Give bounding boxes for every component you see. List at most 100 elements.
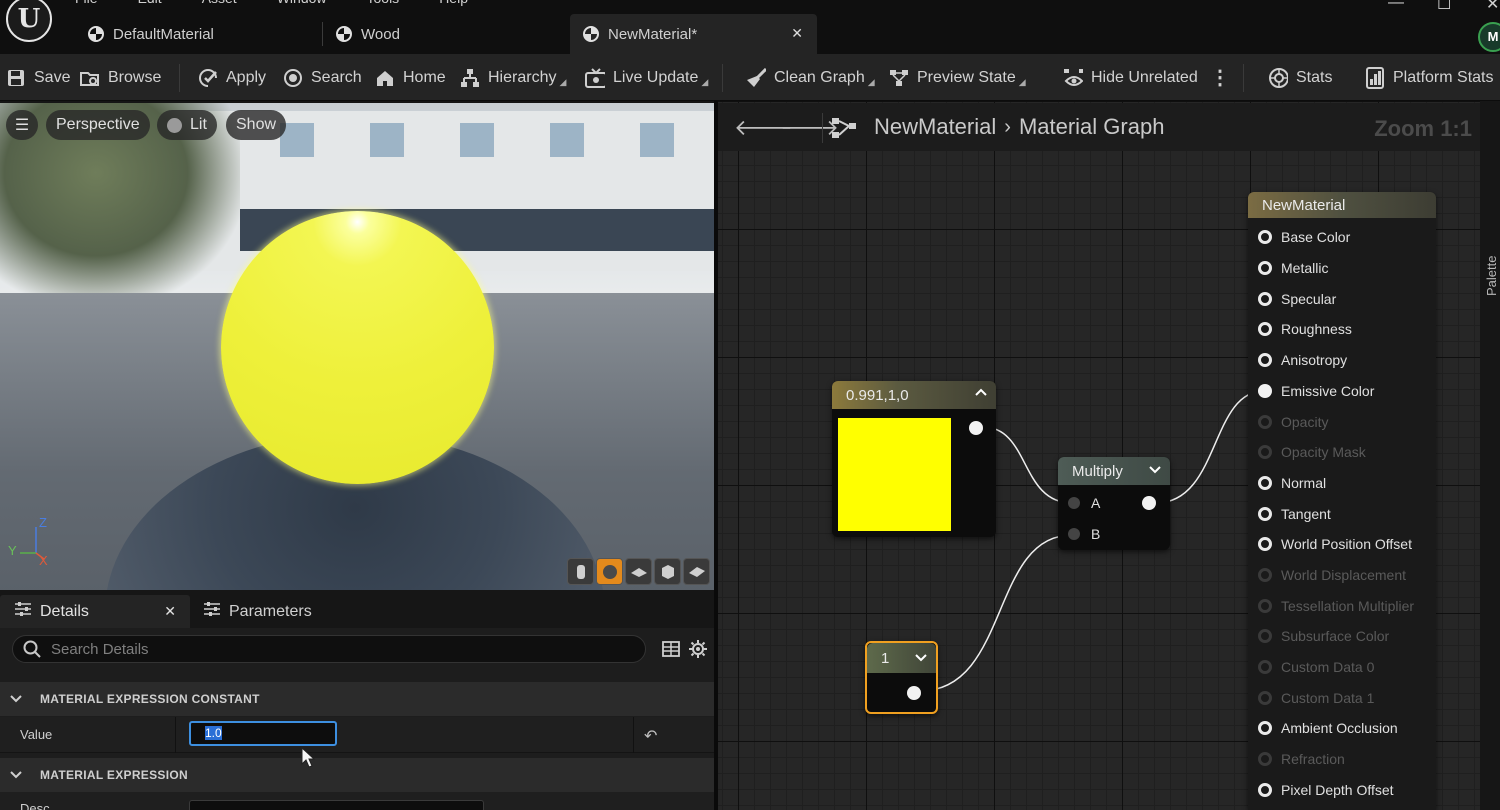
menu-tools[interactable]: Tools xyxy=(367,0,400,8)
input-specular[interactable]: Specular xyxy=(1258,289,1336,309)
custom-mesh-preview-button[interactable] xyxy=(683,558,710,585)
cylinder-preview-button[interactable] xyxy=(567,558,594,585)
search-button[interactable]: Search xyxy=(283,54,362,101)
breadcrumb-graph[interactable]: Material Graph xyxy=(1019,114,1165,140)
sphere-preview-button[interactable] xyxy=(596,558,623,585)
viewport-menu-button[interactable]: ☰ xyxy=(6,110,38,140)
chevron-down-icon[interactable] xyxy=(914,651,928,669)
input-pin[interactable] xyxy=(1258,721,1272,735)
input-pin-connected[interactable] xyxy=(1258,384,1272,398)
input-pixel-depth-offset[interactable]: Pixel Depth Offset xyxy=(1258,780,1394,800)
close-tab-icon[interactable]: ✕ xyxy=(164,603,176,620)
output-pin[interactable] xyxy=(907,686,921,700)
menu-asset[interactable]: Asset xyxy=(202,0,237,8)
palette-side-tab[interactable]: Palette xyxy=(1480,101,1500,810)
input-custom-data-0[interactable]: Custom Data 0 xyxy=(1258,657,1374,677)
output-pin[interactable] xyxy=(969,421,983,435)
unreal-logo-icon[interactable]: U xyxy=(6,0,52,42)
input-pin[interactable] xyxy=(1258,783,1272,797)
output-pin[interactable] xyxy=(1142,496,1156,510)
plane-preview-button[interactable] xyxy=(625,558,652,585)
input-pin[interactable] xyxy=(1258,752,1272,766)
close-tab-icon[interactable]: ✕ xyxy=(791,25,803,42)
constant-node[interactable]: 1 xyxy=(865,641,938,714)
tab-parameters[interactable]: Parameters xyxy=(203,595,312,628)
menu-help[interactable]: Help xyxy=(439,0,468,8)
preview-viewport[interactable]: ☰ Perspective Lit Show Z Y X xyxy=(0,103,714,590)
input-world-position-offset[interactable]: World Position Offset xyxy=(1258,534,1412,554)
apply-button[interactable]: Apply xyxy=(198,54,266,101)
input-base-color[interactable]: Base Color xyxy=(1258,227,1350,247)
input-pin[interactable] xyxy=(1258,353,1272,367)
desc-input[interactable] xyxy=(189,800,484,810)
input-ambient-occlusion[interactable]: Ambient Occlusion xyxy=(1258,718,1398,738)
platform-stats-button[interactable]: Platform Stats xyxy=(1365,54,1493,101)
input-pin[interactable] xyxy=(1258,322,1272,336)
input-subsurface-color[interactable]: Subsurface Color xyxy=(1258,626,1389,646)
close-window-icon[interactable]: ✕ xyxy=(1486,0,1499,14)
perspective-button[interactable]: Perspective xyxy=(46,110,150,140)
reset-to-default-icon[interactable]: ↶ xyxy=(644,726,657,746)
collapse-chevron-icon[interactable] xyxy=(974,385,988,403)
input-metallic[interactable]: Metallic xyxy=(1258,258,1328,278)
input-pin[interactable] xyxy=(1258,660,1272,674)
input-opacity-mask[interactable]: Opacity Mask xyxy=(1258,442,1366,462)
input-refraction[interactable]: Refraction xyxy=(1258,749,1345,769)
input-pin[interactable] xyxy=(1258,537,1272,551)
input-pin[interactable] xyxy=(1258,568,1272,582)
menu-window[interactable]: Window xyxy=(277,0,327,8)
constant3vector-node[interactable]: 0.991,1,0 xyxy=(832,381,996,537)
input-anisotropy[interactable]: Anisotropy xyxy=(1258,350,1347,370)
input-roughness[interactable]: Roughness xyxy=(1258,319,1352,339)
input-pin[interactable] xyxy=(1258,292,1272,306)
table-view-icon[interactable] xyxy=(662,640,680,658)
maximize-icon[interactable]: ☐ xyxy=(1437,0,1451,14)
input-emissive-color[interactable]: Emissive Color xyxy=(1258,381,1374,401)
tab-wood[interactable]: Wood xyxy=(336,14,400,54)
lit-button[interactable]: Lit xyxy=(157,110,217,140)
input-pin[interactable] xyxy=(1258,415,1272,429)
cube-preview-button[interactable] xyxy=(654,558,681,585)
input-pin[interactable] xyxy=(1258,629,1272,643)
input-pin[interactable] xyxy=(1258,691,1272,705)
clean-graph-button[interactable]: Clean Graph ◢ xyxy=(746,54,875,101)
multiply-node[interactable]: Multiply A B xyxy=(1058,457,1170,550)
tab-newmaterial[interactable]: NewMaterial* ✕ xyxy=(570,14,817,54)
input-pin[interactable] xyxy=(1258,230,1272,244)
breadcrumb-material[interactable]: NewMaterial xyxy=(874,114,996,140)
category-material-expression-constant[interactable]: MATERIAL EXPRESSION CONSTANT xyxy=(0,682,714,716)
input-world-displacement[interactable]: World Displacement xyxy=(1258,565,1406,585)
tab-details[interactable]: Details ✕ xyxy=(0,595,190,628)
input-tessellation-multiplier[interactable]: Tessellation Multiplier xyxy=(1258,596,1414,616)
hide-unrelated-button[interactable]: Hide Unrelated xyxy=(1063,54,1198,101)
home-button[interactable]: Home xyxy=(375,54,446,101)
tab-defaultmaterial[interactable]: DefaultMaterial xyxy=(88,14,214,54)
preview-state-button[interactable]: Preview State ◢ xyxy=(889,54,1026,101)
settings-gear-icon[interactable] xyxy=(689,640,707,658)
stats-button[interactable]: Stats xyxy=(1268,54,1332,101)
minimize-icon[interactable]: — xyxy=(1388,0,1404,12)
browse-button[interactable]: Browse xyxy=(80,54,161,101)
input-opacity[interactable]: Opacity xyxy=(1258,412,1328,432)
hierarchy-button[interactable]: Hierarchy ◢ xyxy=(460,54,566,101)
value-input[interactable]: 1.0 xyxy=(189,721,337,746)
chevron-down-icon[interactable] xyxy=(1148,463,1162,481)
input-pin[interactable] xyxy=(1258,261,1272,275)
input-pin[interactable] xyxy=(1258,476,1272,490)
avatar[interactable]: M xyxy=(1478,22,1500,52)
live-update-button[interactable]: Live Update ◢ xyxy=(585,54,708,101)
input-pin-b[interactable] xyxy=(1068,528,1080,540)
input-normal[interactable]: Normal xyxy=(1258,473,1326,493)
save-button[interactable]: Save xyxy=(6,54,70,101)
material-result-node[interactable]: NewMaterial Base Color Metallic Specular… xyxy=(1248,192,1436,810)
menu-edit[interactable]: Edit xyxy=(138,0,162,8)
input-pin[interactable] xyxy=(1258,507,1272,521)
menu-file[interactable]: File xyxy=(75,0,98,8)
category-material-expression[interactable]: MATERIAL EXPRESSION xyxy=(0,758,714,792)
search-details-input[interactable]: Search Details xyxy=(12,635,646,663)
show-button[interactable]: Show xyxy=(226,110,287,140)
input-custom-data-1[interactable]: Custom Data 1 xyxy=(1258,688,1374,708)
input-pin-a[interactable] xyxy=(1068,497,1080,509)
input-tangent[interactable]: Tangent xyxy=(1258,504,1331,524)
input-pin[interactable] xyxy=(1258,445,1272,459)
